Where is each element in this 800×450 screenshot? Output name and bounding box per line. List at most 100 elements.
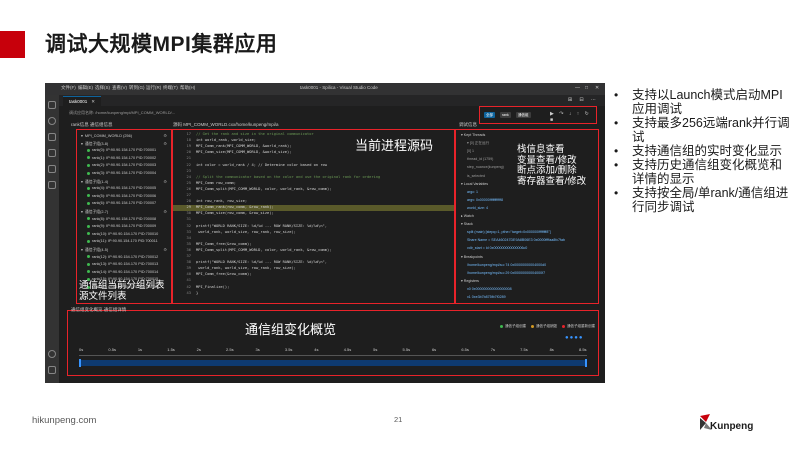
debug-row[interactable]: Share Name = SEA460247DE9A8B06E3 0x0000f… (467, 238, 565, 242)
rank-item-row[interactable]: rank(6): IP:90.90.154.170 PID:700007 (87, 201, 156, 205)
brand-name: Kunpeng (710, 421, 754, 432)
debug-row[interactable]: ▾ [0] 正在运行 (467, 141, 489, 146)
menu-item[interactable]: 选择(S) (95, 85, 110, 91)
source-control-icon[interactable] (48, 133, 56, 141)
rank-row-label: rank(9): IP:90.90.154.170 PID:700009 (92, 224, 157, 229)
debug-row[interactable]: [0] 1 (467, 149, 474, 153)
rank-group-row[interactable]: ▾ 通信子组(3-8) (81, 141, 108, 147)
rank-row-label: rank(12): IP:90.90.154.170 PID:700012 (92, 254, 159, 259)
line-number: 36 (186, 247, 191, 252)
menu-item[interactable]: 运行(R) (146, 85, 161, 91)
rank-item-row[interactable]: rank(11): IP:90.90.154.170 PID:700011 (87, 239, 158, 243)
group-settings-icon[interactable]: ⚙ (163, 133, 167, 138)
callout-registers: 寄存器查看/修改 (517, 175, 587, 187)
rank-item-row[interactable]: rank(12): IP:90.90.154.170 PID:700012 (87, 255, 158, 259)
rank-item-row[interactable]: rank(10): IP:90.90.154.170 PID:700010 (87, 232, 158, 236)
editor-actions[interactable]: ⊞ ⊟ ⋯ (568, 97, 599, 103)
group-settings-icon[interactable]: ⚙ (163, 247, 167, 252)
debug-row[interactable]: ▾ Stack (461, 222, 473, 226)
debug-row[interactable]: ▾ Breakpoints (461, 255, 483, 259)
toolbar-button-rank[interactable]: rank (500, 112, 511, 118)
rank-item-row[interactable]: rank(5): IP:90.90.154.170 PID:700006 (87, 194, 156, 198)
debug-step-icons[interactable]: ▶ ↷ ↓ ↑ ↻ ■ (550, 111, 596, 123)
timeline-tick-label: 0s (79, 347, 84, 352)
rank-item-row[interactable]: rank(9): IP:90.90.154.170 PID:700009 (87, 224, 156, 228)
group-settings-icon[interactable]: ⚙ (163, 141, 167, 146)
title-accent-bar (0, 31, 25, 58)
rank-item-row[interactable]: rank(13): IP:90.90.154.170 PID:700013 (87, 262, 158, 266)
rank-item-row[interactable]: rank(3): IP:90.90.154.170 PID:700004 (87, 171, 156, 175)
debug-row[interactable]: ▾ Registers (461, 279, 479, 283)
search-icon[interactable] (48, 117, 56, 125)
timeline-start-handle[interactable] (79, 359, 81, 367)
group-settings-icon[interactable]: ⚙ (163, 209, 167, 214)
debug-row[interactable]: thread_id (1759) (467, 157, 493, 161)
timeline-end-handle[interactable] (585, 359, 587, 367)
line-number: 37 (186, 254, 191, 258)
debug-row[interactable]: /home/kunpeng/mpi/a.c:74 0x0000000000400… (467, 263, 546, 267)
code-text: // Get the rank and size in the original… (196, 132, 314, 136)
rank-panel-header[interactable]: rank信息 通信组信息 (71, 122, 113, 128)
callout-stack: 栈信息查看 (517, 144, 565, 155)
close-icon[interactable]: ✕ (595, 85, 599, 91)
rank-group-row[interactable]: ▾ MPI_COMM_WORLD (256) (81, 133, 132, 138)
menu-item[interactable]: 帮助(H) (180, 85, 195, 91)
run-debug-icon[interactable] (48, 149, 56, 157)
rank-row-label: rank(2): IP:90.90.154.170 PID:700003 (92, 163, 157, 168)
rank-item-row[interactable]: rank(14): IP:90.90.154.170 PID:700014 (87, 270, 158, 274)
legend-dot-icon (562, 324, 565, 328)
rank-item-row[interactable]: rank(0): IP:90.90.154.170 PID:700001 (87, 148, 156, 152)
tab-task0001[interactable]: task0001 ✕ (63, 96, 102, 106)
toolbar-button-group[interactable]: 通信组 (516, 112, 531, 118)
menu-item[interactable]: 文件(F) (61, 85, 76, 91)
comm-panel-header[interactable]: 通信组变化概览 通信组详情 (71, 307, 126, 313)
line-number: 20 (186, 150, 191, 155)
timeline-scroll-track[interactable] (79, 360, 587, 366)
debug-row[interactable]: step_nuance(kunpeng) (467, 165, 504, 169)
rank-group-row[interactable]: ▾ 通信子组(2-7) (81, 209, 108, 215)
timeline-tick-label: 1.5s (167, 347, 175, 352)
chevron-down-icon: ▾ (81, 179, 83, 184)
debug-row[interactable]: is_selected (467, 174, 485, 178)
rank-item-row[interactable]: rank(1): IP:90.90.154.170 PID:700002 (87, 156, 156, 160)
rank-item-row[interactable]: rank(8): IP:90.90.154.170 PID:700008 (87, 217, 156, 221)
debug-row[interactable]: ▸ Watch (461, 214, 474, 218)
debug-row[interactable]: argc: 1 (467, 190, 478, 194)
debug-row[interactable]: /home/kunpeng/mpi/a.c:29 0x0000000000400… (467, 271, 545, 275)
code-text: MPI_Comm_split(MPI_COMM_WORLD, color, wo… (196, 247, 332, 252)
tab-close-icon[interactable]: ✕ (91, 99, 95, 104)
minimize-icon[interactable]: — (575, 85, 580, 91)
rank-group-row[interactable]: ▾ 通信子组(4-5) (81, 247, 108, 253)
extensions-icon[interactable] (48, 165, 56, 173)
rank-item-row[interactable]: rank(4): IP:90.90.154.170 PID:700005 (87, 186, 156, 190)
source-panel-header[interactable]: 源码 MPI_COMM_WORLD.cxx/home/kunpeng/mpi/a (173, 122, 279, 128)
menu-item[interactable]: 编辑(E) (78, 85, 93, 91)
menu-item[interactable]: 查看(V) (112, 85, 127, 91)
timeline-tick-label: 7s (490, 347, 495, 352)
timeline-tick-label: 4s (314, 347, 319, 352)
debug-row[interactable]: x1 0xe3b7b875fb7f0289 (467, 295, 506, 299)
rank-group-row[interactable]: ▾ 通信子组(1-4) (81, 179, 108, 185)
explorer-icon[interactable] (48, 101, 56, 109)
rank-row-label: 通信子组(2-7) (84, 210, 109, 214)
debug-row[interactable]: x0 0x000000000000000008 (467, 287, 512, 291)
kunpeng-icon[interactable] (48, 181, 56, 189)
group-settings-icon[interactable]: ⚙ (163, 179, 167, 184)
menu-item[interactable]: 终端(T) (163, 85, 178, 91)
menu-item[interactable]: 转到(G) (129, 85, 145, 91)
code-line[interactable]: 43} (173, 291, 454, 297)
account-icon[interactable] (48, 350, 56, 358)
toolbar-button-all[interactable]: 全部 (484, 112, 495, 118)
line-number: 38 (186, 260, 191, 265)
debug-row[interactable]: split (main) [stepq=1, pthe="target=0x00… (467, 230, 551, 234)
maximize-icon[interactable]: □ (585, 85, 588, 91)
debug-row[interactable]: argv: 0x00000ffffffffffff8 (467, 198, 503, 202)
debug-row[interactable]: ▾ Local Variables (461, 182, 488, 186)
rank-row-label: rank(10): IP:90.90.154.170 PID:700010 (92, 231, 159, 236)
rank-row-label: rank(1): IP:90.90.154.170 PID:700002 (92, 155, 157, 160)
debug-row[interactable]: world_size: 4 (467, 206, 488, 210)
debug-row[interactable]: vdlr_start = ld 0x000000000000006c0 (467, 246, 527, 250)
gear-icon[interactable] (48, 366, 56, 374)
debug-row[interactable]: ▾ Kept Threads (461, 133, 485, 137)
rank-item-row[interactable]: rank(2): IP:90.90.154.170 PID:700003 (87, 163, 156, 167)
